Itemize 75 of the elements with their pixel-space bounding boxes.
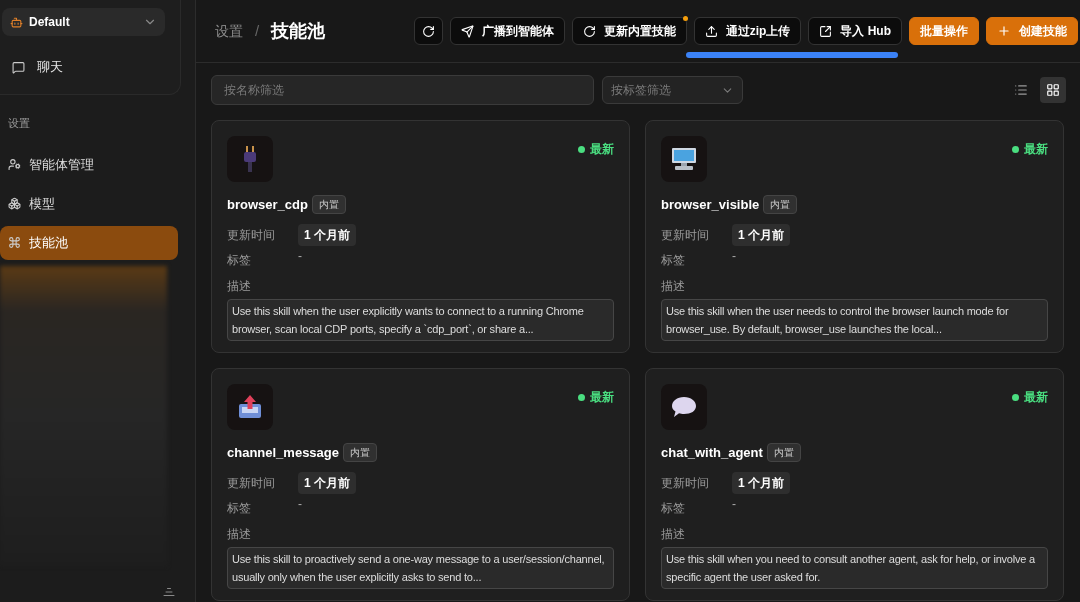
monitor-icon [671, 146, 697, 172]
description-box: Use this skill when the user explicitly wants to connect to a running Chrome browser, scan local CDP ports, specify a `cdp_port`, or share a... [227, 298, 614, 341]
refresh-button[interactable] [413, 17, 443, 45]
toolbar-button[interactable]: 更新内置技能 [571, 17, 687, 45]
chat-icon [12, 60, 25, 74]
status-label: 最新 [1024, 389, 1048, 406]
list-icon [1014, 83, 1028, 97]
field-value: - [298, 495, 302, 513]
field-label: 更新时间 [227, 474, 276, 492]
skill-card[interactable]: 最新 chat_with_agent 内置 更新时间 1 个月前 标签 - 描述 Use this skill when you need to consult another agent, ask for help, or involve a specific agent the user asked for. [645, 368, 1064, 601]
toolbar-button[interactable]: 广播到智能体 [449, 17, 565, 45]
tag-badge: 内置 [343, 443, 377, 463]
skill-name: chat_with_agent [661, 444, 763, 462]
section-label: 设置 [7, 116, 31, 131]
grid-icon [1046, 83, 1060, 97]
upload-icon [704, 24, 718, 38]
field-value: - [298, 247, 302, 265]
external-link-icon [819, 24, 833, 38]
description-box: Use this skill when the user needs to control the browser launch mode for browser_use. By default, browser_use launches the local... [661, 298, 1048, 341]
field-label: 标签 [227, 251, 252, 269]
description-box: Use this skill to proactively send a one-way message to a user/session/channel, usually only when the user explicitly asks to send to... [227, 546, 614, 589]
toolbar-button[interactable]: 通过zip上传 [693, 17, 802, 45]
time-badge: 1 个月前 [298, 471, 356, 494]
command-icon [8, 236, 21, 249]
field-label: 描述 [227, 525, 252, 543]
send-icon [460, 24, 474, 38]
field-label: 更新时间 [227, 226, 276, 244]
tag-badge: 内置 [311, 195, 346, 215]
plug-icon [243, 146, 257, 172]
refresh-icon [421, 24, 435, 38]
nav-item[interactable]: 聊天 [0, 52, 180, 82]
settings-nav-item[interactable]: 智能体管理 [0, 147, 178, 182]
plus-icon [997, 24, 1011, 38]
field-label: 更新时间 [661, 474, 710, 492]
cubes-icon [8, 197, 21, 210]
skill-card[interactable]: 最新 channel_message 内置 更新时间 1 个月前 标签 - 描述 Use this skill to proactively send a one-way message to a user/session/channel, usually only when the user explicitly asks to send to... [211, 368, 630, 601]
speech-bubble-icon [671, 395, 697, 419]
description-box: Use this skill when you need to consult another agent, ask for help, or involve a specific agent the user asked for. [661, 546, 1048, 589]
skill-name: browser_cdp [227, 196, 308, 214]
agent-selector[interactable]: Default [2, 8, 165, 36]
name-filter-field[interactable]: 按名称筛选 [211, 75, 594, 105]
tag-filter-select[interactable]: 按标签筛选 [602, 76, 743, 104]
status-label: 最新 [1024, 141, 1048, 158]
skill-card[interactable]: 最新 browser_cdp 内置 更新时间 1 个月前 标签 - 描述 Use this skill when the user explicitly wants to connect to a running Chrome browser, scan local CDP ports, specify a `cdp_port`, or share a... [211, 120, 630, 353]
time-badge: 1 个月前 [732, 471, 790, 494]
outbox-icon [237, 394, 263, 420]
settings-nav-item[interactable]: 技能池 [0, 225, 178, 260]
skill-name: browser_visible [661, 196, 760, 214]
field-label: 描述 [661, 277, 686, 295]
page-title: 技能池 [271, 19, 326, 43]
user-gear-icon [8, 158, 21, 171]
toolbar-button[interactable]: 导入 Hub [808, 17, 902, 45]
breadcrumb-link[interactable]: 设置 [215, 20, 243, 42]
status-label: 最新 [590, 389, 614, 406]
settings-nav-item[interactable]: 模型 [0, 186, 178, 221]
tag-badge: 内置 [766, 443, 801, 463]
time-badge: 1 个月前 [298, 223, 356, 246]
breadcrumb-separator: / [255, 20, 260, 41]
collapse-icon[interactable] [163, 586, 175, 598]
view-toggle-button[interactable] [1040, 77, 1066, 103]
time-badge: 1 个月前 [732, 223, 790, 246]
field-label: 描述 [227, 277, 252, 295]
refresh-icon [582, 24, 596, 38]
robot-icon [10, 15, 23, 29]
skill-name: channel_message [227, 444, 339, 462]
field-label: 标签 [661, 499, 686, 517]
field-label: 描述 [661, 525, 686, 543]
tag-badge: 内置 [763, 195, 798, 215]
field-label: 标签 [227, 499, 252, 517]
field-value: - [732, 247, 736, 265]
field-label: 标签 [661, 251, 686, 269]
status-label: 最新 [590, 141, 614, 158]
field-label: 更新时间 [661, 226, 710, 244]
field-value: - [732, 495, 736, 513]
skill-card[interactable]: 最新 browser_visible 内置 更新时间 1 个月前 标签 - 描述 Use this skill when the user needs to control the browser launch mode for browser_use. By default, browser_use launches the local... [645, 120, 1064, 353]
